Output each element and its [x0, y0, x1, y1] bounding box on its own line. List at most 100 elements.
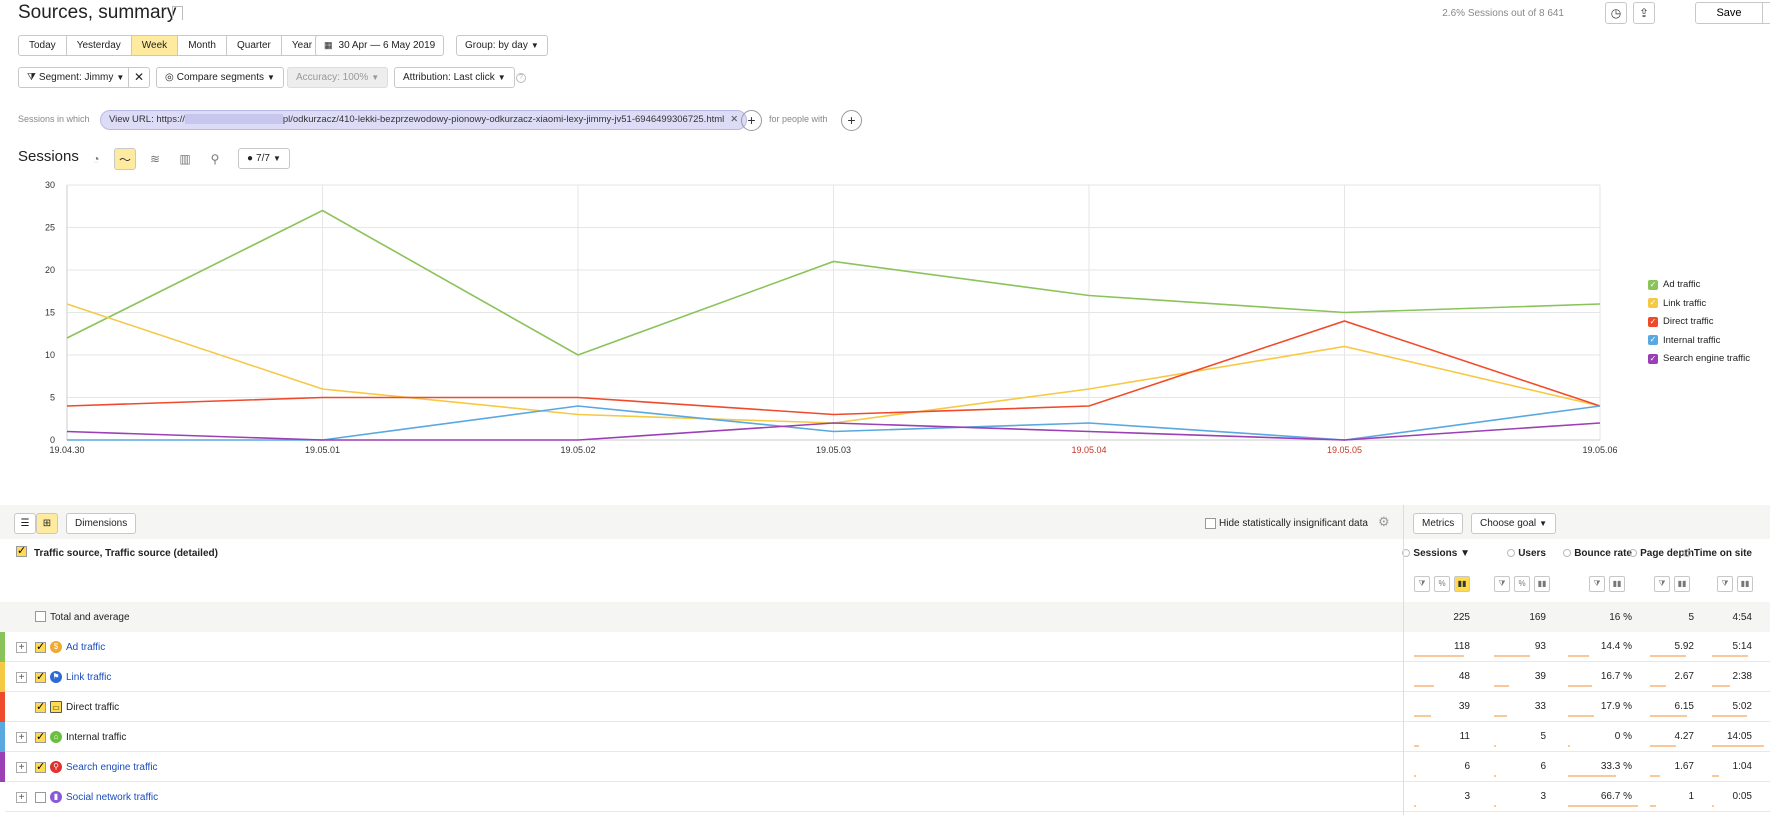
area-chart-button[interactable]: ≋ [144, 148, 166, 170]
cell-bar [1414, 805, 1416, 807]
cell-bar [1568, 775, 1616, 777]
row-label[interactable]: Social network traffic [66, 792, 158, 803]
row-checkbox[interactable] [35, 792, 46, 803]
expand-row-button[interactable]: + [16, 642, 27, 653]
save-button[interactable]: Save [1695, 2, 1763, 24]
line-chart-button[interactable]: 〜 [114, 148, 136, 170]
expand-row-button[interactable]: + [16, 732, 27, 743]
table-row[interactable] [0, 782, 1770, 812]
cell-value: 5 [1540, 731, 1546, 742]
cell-value: 4.27 [1674, 731, 1694, 742]
row-checkbox[interactable]: ✓ [35, 762, 46, 773]
legend-item-search-engine-traffic[interactable]: ✓ Search engine traffic [1648, 353, 1750, 364]
period-quarter[interactable]: Quarter [227, 36, 282, 55]
table-row[interactable] [0, 662, 1770, 692]
save-dropdown-button[interactable]: ▾ [1762, 2, 1770, 24]
percent-column-icon[interactable]: % [1434, 576, 1450, 592]
total-value: 169 [1529, 612, 1546, 623]
legend-item-internal-traffic[interactable]: ✓ Internal traffic [1648, 335, 1720, 346]
column-header-2[interactable]: Bounce rate [1562, 548, 1632, 560]
column-header-label: Time on site [1693, 548, 1752, 559]
cell-value: 3 [1464, 791, 1470, 802]
cell-bar [1650, 805, 1656, 807]
add-condition-button[interactable]: + [741, 110, 762, 131]
period-selector: Today Yesterday Week Month Quarter Year [18, 35, 324, 56]
row-label[interactable]: Link traffic [66, 672, 111, 683]
table-row[interactable] [0, 632, 1770, 662]
segment-select[interactable]: ⧩ Segment: Jimmy ▼ [18, 67, 134, 88]
remove-chip-icon[interactable]: ✕ [730, 114, 738, 125]
table-row[interactable] [0, 692, 1770, 722]
filter-column-icon[interactable]: ⧩ [1589, 576, 1605, 592]
chart-column-icon[interactable]: ▮▮ [1609, 576, 1625, 592]
filter-column-icon[interactable]: ⧩ [1654, 576, 1670, 592]
settings-gear-icon[interactable]: ⚙ [1378, 514, 1390, 530]
row-label[interactable]: Search engine traffic [66, 762, 158, 773]
list-icon: ☰ [20, 518, 30, 529]
expand-row-button[interactable]: + [16, 672, 27, 683]
clear-segment-button[interactable]: ✕ [128, 67, 150, 88]
period-week[interactable]: Week [131, 36, 179, 55]
filter-column-icon[interactable]: ⧩ [1494, 576, 1510, 592]
dimensions-button[interactable]: Dimensions [66, 513, 137, 534]
legend-item-ad-traffic[interactable]: ✓ Ad traffic [1648, 279, 1700, 290]
row-checkbox[interactable]: ✓ [35, 642, 46, 653]
series-count-select[interactable]: ● 7/7 ▼ [238, 148, 290, 169]
column-header-0[interactable]: Sessions ▼ [1400, 548, 1470, 560]
group-select[interactable]: Group: by day ▼ [456, 35, 548, 56]
y-tick-label: 5 [50, 393, 55, 403]
period-month[interactable]: Month [178, 36, 227, 55]
group-header-checkbox[interactable]: ✓ [16, 546, 27, 557]
filter-column-icon[interactable]: ⧩ [1414, 576, 1430, 592]
filter-column-icon[interactable]: ⧩ [1717, 576, 1733, 592]
chart-column-icon[interactable]: ▮▮ [1737, 576, 1753, 592]
chevron-down-icon: ▼ [497, 73, 506, 82]
help-icon[interactable]: ? [516, 73, 526, 83]
column-header-4[interactable]: Time on site [1682, 548, 1752, 560]
expand-row-button[interactable]: + [16, 792, 27, 803]
row-color-strip [0, 752, 5, 782]
period-yesterday[interactable]: Yesterday [67, 36, 132, 55]
cell-value: 5:02 [1732, 701, 1752, 712]
list-view-button[interactable]: ☰ [14, 513, 36, 534]
attribution-select[interactable]: Attribution: Last click ▼ [394, 67, 515, 88]
row-checkbox[interactable]: ✓ [35, 702, 46, 713]
row-label: Direct traffic [66, 702, 120, 713]
history-button[interactable]: ◷ [1605, 2, 1627, 24]
add-people-condition-button[interactable]: + [841, 110, 862, 131]
total-checkbox[interactable] [35, 611, 46, 622]
segment-label: Segment: Jimmy [38, 72, 114, 83]
bookmark-icon[interactable] [172, 6, 183, 20]
cell-bar [1650, 745, 1676, 747]
table-row[interactable] [0, 722, 1770, 752]
chevron-down-icon: ▼ [1539, 519, 1548, 528]
export-button[interactable]: ⇪ [1633, 2, 1655, 24]
hide-insignificant-checkbox[interactable] [1205, 518, 1216, 529]
row-label[interactable]: Ad traffic [66, 642, 105, 653]
percent-column-icon[interactable]: % [1514, 576, 1530, 592]
chart-column-icon[interactable]: ▮▮ [1674, 576, 1690, 592]
tree-view-button[interactable]: ⊞ [36, 513, 58, 534]
compare-segments-button[interactable]: ◎ Compare segments ▼ [156, 67, 284, 88]
chart-column-icon[interactable]: ▮▮ [1534, 576, 1550, 592]
pie-chart-button[interactable]: ◔ [85, 148, 107, 170]
bar-chart-button[interactable]: ▥ [174, 148, 196, 170]
expand-row-button[interactable]: + [16, 762, 27, 773]
date-range-button[interactable]: ▦ 30 Apr — 6 May 2019 [315, 35, 445, 56]
row-checkbox[interactable]: ✓ [35, 672, 46, 683]
period-today[interactable]: Today [19, 36, 67, 55]
column-header-1[interactable]: Users [1476, 548, 1546, 560]
table-row[interactable] [0, 752, 1770, 782]
url-filter-chip[interactable]: View URL: https:// pl/odkurzacz/410-lekki… [100, 110, 748, 130]
cell-bar [1494, 745, 1496, 747]
compare-label: Compare segments [176, 72, 264, 83]
y-tick-label: 15 [45, 308, 55, 318]
metrics-button[interactable]: Metrics [1413, 513, 1464, 534]
legend-item-direct-traffic[interactable]: ✓ Direct traffic [1648, 316, 1714, 327]
row-checkbox[interactable]: ✓ [35, 732, 46, 743]
map-chart-button[interactable]: ⚲ [204, 148, 226, 170]
choose-goal-select[interactable]: Choose goal ▼ [1471, 513, 1557, 534]
legend-item-link-traffic[interactable]: ✓ Link traffic [1648, 298, 1706, 309]
chart-column-icon[interactable]: ▮▮ [1454, 576, 1470, 592]
for-people-with-label: for people with [769, 114, 828, 124]
